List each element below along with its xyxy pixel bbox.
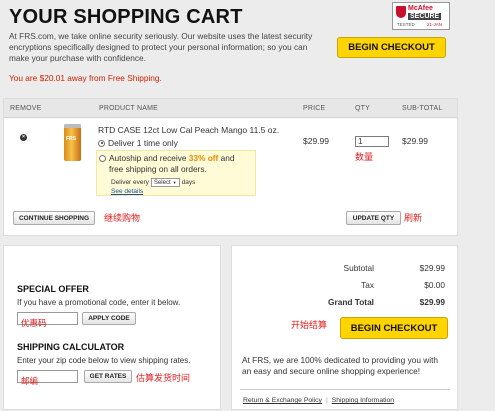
- page-title: YOUR SHOPPING CART: [9, 6, 243, 28]
- annotation-rates: 估算发货时间: [136, 374, 191, 384]
- item-subtotal: $29.99: [402, 136, 428, 146]
- quantity-input[interactable]: 1: [355, 136, 389, 147]
- offer-panel: SPECIAL OFFER If you have a promotional …: [3, 245, 221, 410]
- link-separator: |: [325, 397, 328, 404]
- shipping-calculator-title: SHIPPING CALCULATOR: [17, 342, 125, 352]
- column-product-name: PRODUCT NAME: [99, 105, 159, 112]
- column-subtotal: SUB-TOTAL: [402, 105, 443, 112]
- apply-code-button[interactable]: APPLY CODE: [82, 312, 136, 325]
- footer-links: Return & Exchange Policy | Shipping Info…: [243, 397, 394, 404]
- annotation-update: 刷新: [404, 214, 423, 224]
- days-label: days: [181, 179, 196, 186]
- badge-brand: McAfee: [408, 5, 433, 12]
- return-policy-link[interactable]: Return & Exchange Policy: [243, 397, 322, 404]
- deliver-every-label: Deliver every: [111, 179, 149, 186]
- special-offer-title: SPECIAL OFFER: [17, 284, 89, 294]
- deliver-once-radio[interactable]: [98, 139, 105, 147]
- subtotal-value: $29.99: [419, 263, 445, 273]
- autoship-text-pre: Autoship and receive: [109, 153, 189, 163]
- annotation-zip: 邮编: [21, 377, 39, 387]
- annotation-checkout: 开始结算: [291, 321, 328, 331]
- begin-checkout-button-bottom[interactable]: BEGIN CHECKOUT: [340, 317, 448, 339]
- autoship-option[interactable]: Autoship and receive 33% off and free sh…: [99, 153, 234, 175]
- free-shipping-notice: You are $20.01 away from Free Shipping.: [9, 73, 162, 83]
- grand-total-value: $29.99: [419, 297, 445, 307]
- autoship-discount: 33% off: [188, 153, 219, 163]
- annotation-promo: 优惠码: [21, 319, 47, 329]
- begin-checkout-button-top[interactable]: BEGIN CHECKOUT: [337, 37, 446, 58]
- column-price: PRICE: [303, 105, 326, 112]
- continue-shopping-button[interactable]: CONTINUE SHOPPING: [13, 211, 95, 225]
- shipping-calculator-desc: Enter your zip code below to view shippi…: [17, 356, 191, 365]
- shipping-info-link[interactable]: Shipping Information: [332, 397, 394, 404]
- zip-code-input[interactable]: 邮编: [17, 370, 78, 387]
- autoship-radio[interactable]: [99, 155, 106, 162]
- badge-date: 21-JAN: [427, 22, 443, 27]
- tax-label: Tax: [361, 280, 374, 290]
- product-name[interactable]: RTD CASE 12ct Low Cal Peach Mango 11.5 o…: [98, 125, 279, 135]
- annotation-qty: 数量: [355, 153, 374, 163]
- product-image[interactable]: FRS: [64, 124, 81, 161]
- chevron-down-icon: ▼: [172, 180, 177, 185]
- autoship-text-post: and: [218, 153, 235, 163]
- cart-table-header: REMOVE PRODUCT NAME PRICE QTY SUB-TOTAL: [4, 99, 457, 118]
- remove-item-icon[interactable]: ×: [20, 134, 27, 141]
- assurance-text: At FRS, we are 100% dedicated to providi…: [242, 355, 439, 376]
- autoship-option-box: Autoship and receive 33% off and free sh…: [96, 150, 256, 196]
- autoship-label: Autoship and receive 33% off and free sh…: [109, 153, 234, 175]
- badge-secure: SECURE: [408, 13, 442, 20]
- get-rates-button[interactable]: GET RATES: [84, 370, 132, 383]
- see-details-link[interactable]: See details: [111, 188, 143, 195]
- promo-code-input[interactable]: 优惠码: [17, 312, 78, 329]
- deliver-once-option[interactable]: Deliver 1 time only: [98, 138, 178, 148]
- frequency-select-value: Select: [153, 179, 171, 186]
- tax-value: $0.00: [424, 280, 445, 290]
- grand-total-label: Grand Total: [328, 297, 374, 307]
- autoship-text-line2: free shipping on all orders.: [109, 164, 207, 174]
- update-qty-button[interactable]: UPDATE QTY: [346, 211, 401, 225]
- item-price: $29.99: [303, 136, 329, 146]
- annotation-continue: 继续购物: [104, 214, 141, 224]
- divider: [240, 389, 450, 390]
- special-offer-desc: If you have a promotional code, enter it…: [17, 298, 181, 307]
- cart-table: REMOVE PRODUCT NAME PRICE QTY SUB-TOTAL …: [3, 98, 458, 236]
- deliver-frequency-row: Deliver every Select ▼ days: [111, 178, 195, 187]
- deliver-once-label: Deliver 1 time only: [108, 138, 178, 148]
- can-brand-label: FRS: [66, 136, 76, 142]
- subtotal-label: Subtotal: [343, 263, 374, 273]
- column-remove: REMOVE: [10, 105, 42, 112]
- badge-tested: TESTED: [397, 22, 415, 27]
- mcafee-shield-icon: [396, 6, 406, 18]
- column-qty: QTY: [355, 105, 370, 112]
- mcafee-secure-badge[interactable]: McAfee SECURE TESTED 21-JAN: [392, 2, 450, 30]
- security-intro-text: At FRS.com, we take online security seri…: [9, 31, 313, 63]
- can-lid: [64, 124, 81, 128]
- frequency-select[interactable]: Select ▼: [150, 178, 180, 187]
